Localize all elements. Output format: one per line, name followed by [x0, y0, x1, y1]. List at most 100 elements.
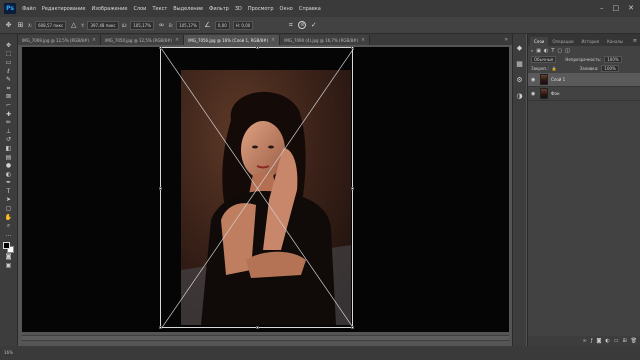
tab-actions[interactable]: Операции	[548, 37, 577, 46]
quick-mask-icon[interactable]: ◙	[3, 254, 15, 262]
menu-help[interactable]: Справка	[299, 6, 321, 12]
menu-type[interactable]: Текст	[152, 6, 167, 12]
path-select-tool-icon[interactable]: ➤	[3, 197, 15, 205]
x-field[interactable]: 608,57 пикс	[35, 20, 67, 30]
w-field[interactable]: 105,17%	[130, 20, 154, 30]
eyedropper-tool-icon[interactable]: ⌐	[3, 102, 15, 110]
visibility-eye-icon[interactable]: ◉	[531, 77, 537, 83]
transform-handle-tr[interactable]	[351, 46, 354, 49]
pixel-filter-icon[interactable]: ▣	[536, 48, 541, 54]
type-tool-icon[interactable]: T	[3, 188, 15, 196]
group-icon[interactable]: ▭	[614, 338, 619, 344]
reference-point-icon[interactable]: ⊞	[16, 21, 25, 30]
menu-view[interactable]: Просмотр	[248, 6, 274, 12]
transform-handle-tl[interactable]	[159, 46, 162, 49]
menu-select[interactable]: Выделение	[173, 6, 203, 12]
y-field[interactable]: 397,48 пикс	[87, 20, 119, 30]
transform-handle-tc[interactable]	[256, 46, 259, 49]
crop-tool-icon[interactable]: ⌗	[3, 85, 15, 93]
close-button[interactable]: ✕	[628, 4, 634, 12]
zoom-level[interactable]: 16%	[4, 350, 13, 355]
maximize-button[interactable]: □	[613, 4, 620, 12]
close-tab-icon[interactable]: ×	[92, 37, 96, 43]
filter-kind-icon[interactable]: ⌕	[531, 48, 533, 53]
scrollbar-thumb[interactable]	[22, 336, 509, 340]
menu-edit[interactable]: Редактирование	[42, 6, 86, 12]
tab-layers[interactable]: Слои	[530, 37, 549, 46]
doc-tab[interactable]: IMG_7069.jpg @ 12,5% (RGB/8#) ×	[18, 35, 102, 45]
close-tab-icon[interactable]: ×	[175, 37, 179, 43]
close-tab-icon[interactable]: ×	[361, 37, 365, 43]
move-tool-icon[interactable]: ✥	[4, 21, 13, 30]
minimize-button[interactable]: –	[600, 4, 604, 12]
smart-filter-icon[interactable]: ◫	[565, 48, 570, 54]
menu-filter[interactable]: Фильтр	[209, 6, 229, 12]
move-tool-icon[interactable]: ✥	[3, 42, 15, 50]
quick-select-tool-icon[interactable]: ✎	[3, 76, 15, 84]
panel-menu-icon[interactable]: ≡	[630, 38, 640, 46]
commit-transform-icon[interactable]: ✓	[309, 21, 318, 30]
adjustments-panel-icon[interactable]: ◑	[516, 92, 522, 100]
marquee-tool-icon[interactable]: ▭	[3, 59, 15, 67]
shape-filter-icon[interactable]: ▢	[557, 48, 562, 54]
rectangle-tool-icon[interactable]: ▢	[3, 205, 15, 213]
foreground-color-swatch[interactable]	[2, 241, 10, 249]
lock-icon[interactable]: 🔒	[552, 66, 557, 71]
pen-tool-icon[interactable]: ✒	[3, 180, 15, 188]
zoom-tool-icon[interactable]: ⌕	[3, 222, 15, 230]
mask-icon[interactable]: ◙	[596, 338, 601, 344]
link-icon[interactable]: ∞	[157, 21, 166, 30]
free-transform-box[interactable]	[159, 46, 354, 329]
menu-layers[interactable]: Слои	[133, 6, 146, 12]
transform-handle-mr[interactable]	[351, 187, 354, 190]
brush-tool-icon[interactable]: ✏	[3, 119, 15, 127]
more-tabs-icon[interactable]: »	[504, 36, 512, 43]
artboard-tool-icon[interactable]: ⬚	[3, 51, 15, 59]
swatches-panel-icon[interactable]: ▦	[516, 60, 523, 68]
angle-field[interactable]: 0,00	[214, 20, 230, 30]
adjustment-filter-icon[interactable]: ◐	[544, 48, 548, 54]
menu-file[interactable]: Файл	[22, 6, 36, 12]
tab-history[interactable]: История	[578, 37, 604, 46]
properties-panel-icon[interactable]: ⚙	[516, 76, 522, 84]
horizontal-scrollbar[interactable]	[22, 335, 509, 341]
lasso-tool-icon[interactable]: ℓ	[3, 68, 15, 76]
visibility-eye-icon[interactable]: ◉	[531, 91, 537, 97]
transform-handle-ml[interactable]	[159, 187, 162, 190]
layer-row-active[interactable]: ◉ Слой 1	[528, 73, 640, 87]
h-field[interactable]: 105,17%	[176, 20, 200, 30]
healing-brush-tool-icon[interactable]: ✚	[3, 111, 15, 119]
blur-tool-icon[interactable]: ●	[3, 162, 15, 170]
adjustment-layer-icon[interactable]: ◐	[605, 338, 609, 344]
cancel-transform-icon[interactable]: ⊘	[298, 21, 307, 29]
transform-handle-br[interactable]	[351, 326, 354, 329]
warp-icon[interactable]: ⌗	[286, 21, 295, 30]
clone-stamp-tool-icon[interactable]: ⊥	[3, 128, 15, 136]
doc-tab[interactable]: IMG_7050.jpg @ 12,5% (RGB/8#) ×	[101, 35, 185, 45]
eraser-tool-icon[interactable]: ◧	[3, 145, 15, 153]
gradient-tool-icon[interactable]: ▤	[3, 154, 15, 162]
layer-row[interactable]: ◉ Фон	[528, 87, 640, 101]
doc-tab[interactable]: IMG_7090 (4).jpg @ 16,7% (RGB/8#) ×	[280, 35, 371, 45]
history-brush-tool-icon[interactable]: ↺	[3, 137, 15, 145]
doc-tab-active[interactable]: IMG_7056.jpg @ 16% (Слой 1, RGB/8#) ×	[184, 35, 281, 45]
link-layers-icon[interactable]: ∞	[583, 338, 587, 344]
fx-icon[interactable]: ƒ	[591, 338, 593, 344]
document-workspace[interactable]	[18, 45, 512, 346]
tab-channels[interactable]: Каналы	[603, 37, 627, 46]
transform-handle-bc[interactable]	[256, 326, 259, 329]
delta-icon[interactable]: △	[69, 21, 78, 30]
new-layer-icon[interactable]: ⊞	[622, 338, 626, 344]
color-panel-icon[interactable]: ◆	[517, 44, 522, 52]
blend-mode-select[interactable]: Обычные	[531, 56, 557, 63]
hand-tool-icon[interactable]: ✋	[3, 214, 15, 222]
canvas[interactable]	[22, 46, 509, 332]
dodge-tool-icon[interactable]: ◐	[3, 171, 15, 179]
photoshop-logo[interactable]: Ps	[4, 3, 16, 14]
transform-handle-bl[interactable]	[159, 326, 162, 329]
type-filter-icon[interactable]: T	[551, 48, 554, 54]
skew-field[interactable]: Н: 0,00	[232, 20, 254, 30]
frame-tool-icon[interactable]: ⊠	[3, 94, 15, 102]
menu-window[interactable]: Окно	[280, 6, 293, 12]
opacity-field[interactable]: 100%	[604, 56, 622, 63]
